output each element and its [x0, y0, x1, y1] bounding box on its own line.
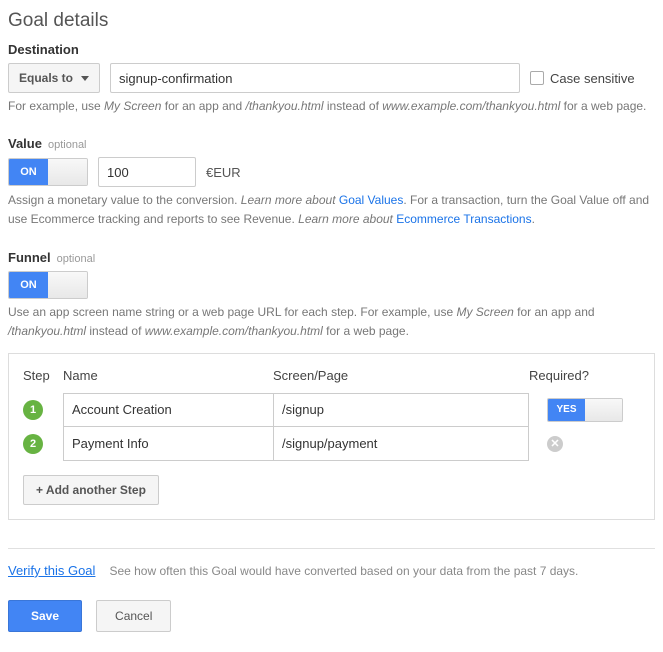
step-name-input[interactable]	[63, 427, 273, 461]
col-name-header: Name	[63, 368, 273, 383]
col-required-header: Required?	[529, 368, 640, 383]
step-number-badge: 1	[23, 400, 43, 420]
funnel-step-row: 1 YES	[23, 393, 640, 427]
ecommerce-transactions-link[interactable]: Ecommerce Transactions	[396, 212, 531, 226]
match-mode-dropdown[interactable]: Equals to	[8, 63, 100, 93]
funnel-help: Use an app screen name string or a web p…	[8, 303, 655, 341]
destination-section: Destination Equals to Case sensitive For…	[8, 42, 655, 116]
case-sensitive-checkbox[interactable]	[530, 71, 544, 85]
toggle-on-label: YES	[548, 399, 585, 421]
step-number-badge: 2	[23, 434, 43, 454]
toggle-handle	[48, 272, 87, 298]
goal-values-link[interactable]: Goal Values	[339, 193, 403, 207]
funnel-section: Funneloptional ON Use an app screen name…	[8, 250, 655, 520]
step-page-input[interactable]	[273, 393, 529, 427]
value-amount-input[interactable]	[98, 157, 196, 187]
toggle-on-label: ON	[9, 272, 48, 298]
save-button[interactable]: Save	[8, 600, 82, 632]
verify-goal-link[interactable]: Verify this Goal	[8, 563, 95, 578]
destination-label: Destination	[8, 42, 655, 57]
add-step-button[interactable]: + Add another Step	[23, 475, 159, 505]
value-label: Valueoptional	[8, 136, 655, 151]
step-name-input[interactable]	[63, 393, 273, 427]
value-help: Assign a monetary value to the conversio…	[8, 191, 655, 229]
toggle-on-label: ON	[9, 159, 48, 185]
match-mode-value: Equals to	[19, 71, 73, 85]
destination-input[interactable]	[110, 63, 520, 93]
divider	[8, 548, 655, 549]
chevron-down-icon	[81, 76, 89, 81]
funnel-step-row: 2 ✕	[23, 427, 640, 461]
case-sensitive-label: Case sensitive	[550, 71, 635, 86]
currency-label: €EUR	[206, 165, 241, 180]
verify-description: See how often this Goal would have conve…	[109, 564, 578, 578]
col-step-header: Step	[23, 368, 63, 383]
toggle-handle	[48, 159, 87, 185]
funnel-toggle[interactable]: ON	[8, 271, 88, 299]
step-required-toggle[interactable]: YES	[547, 398, 623, 422]
cancel-button[interactable]: Cancel	[96, 600, 171, 632]
value-section: Valueoptional ON €EUR Assign a monetary …	[8, 136, 655, 229]
destination-help: For example, use My Screen for an app an…	[8, 97, 655, 116]
funnel-label: Funneloptional	[8, 250, 655, 265]
delete-step-icon[interactable]: ✕	[547, 436, 563, 452]
funnel-steps-box: Step Name Screen/Page Required? 1 YES 2 …	[8, 353, 655, 520]
col-page-header: Screen/Page	[273, 368, 529, 383]
toggle-handle	[585, 399, 622, 421]
page-title: Goal details	[8, 10, 655, 32]
value-toggle[interactable]: ON	[8, 158, 88, 186]
step-page-input[interactable]	[273, 427, 529, 461]
